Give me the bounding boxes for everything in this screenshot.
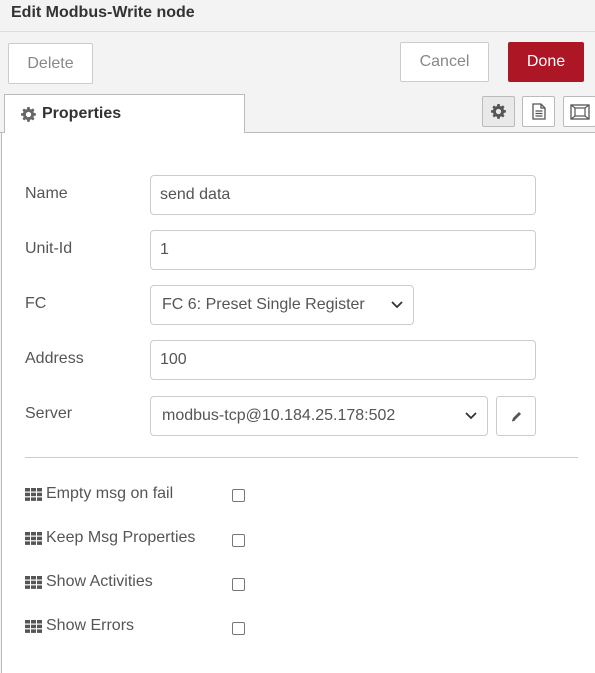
edit-server-button[interactable] — [496, 396, 536, 436]
node-description-button[interactable] — [522, 96, 555, 127]
show-activities-checkbox[interactable] — [232, 578, 245, 591]
show-errors-option: Show Errors — [25, 617, 134, 635]
tab-bar: Properties — [0, 92, 595, 133]
chevron-down-icon — [391, 301, 403, 309]
address-label: Address — [25, 350, 84, 367]
keep-msg-checkbox[interactable] — [232, 534, 245, 547]
node-appearance-button[interactable] — [563, 96, 595, 127]
appearance-icon — [569, 103, 590, 120]
show-activities-option: Show Activities — [25, 573, 153, 591]
show-activities-label: Show Activities — [46, 573, 153, 590]
empty-msg-label: Empty msg on fail — [46, 485, 174, 502]
server-select[interactable]: modbus-tcp@10.184.25.178:502 — [150, 396, 488, 436]
document-icon — [531, 103, 546, 120]
grid-icon — [25, 531, 42, 545]
gear-icon — [491, 104, 506, 119]
tab-properties[interactable]: Properties — [4, 94, 245, 133]
unitid-input[interactable]: 1 — [150, 230, 536, 270]
fc-select-value: FC 6: Preset Single Register — [162, 296, 365, 313]
chevron-down-icon — [465, 412, 477, 420]
fc-select[interactable]: FC 6: Preset Single Register — [150, 285, 414, 325]
done-button[interactable]: Done — [508, 42, 584, 82]
dialog-title: Edit Modbus-Write node — [0, 0, 595, 32]
node-properties-gear-button[interactable] — [482, 96, 515, 127]
server-select-value: modbus-tcp@10.184.25.178:502 — [162, 407, 396, 424]
section-divider — [25, 457, 578, 458]
tab-properties-label: Properties — [42, 105, 122, 122]
delete-button[interactable]: Delete — [8, 43, 93, 84]
show-errors-label: Show Errors — [46, 617, 135, 634]
grid-icon — [25, 487, 42, 501]
empty-msg-checkbox[interactable] — [232, 489, 245, 502]
show-errors-checkbox[interactable] — [232, 622, 245, 635]
empty-msg-option: Empty msg on fail — [25, 485, 173, 503]
gear-icon — [21, 106, 36, 122]
server-label: Server — [25, 405, 73, 422]
fc-label: FC — [25, 295, 47, 312]
grid-icon — [25, 575, 42, 589]
pencil-icon — [510, 410, 523, 423]
address-input[interactable]: 100 — [150, 340, 536, 380]
cancel-button[interactable]: Cancel — [400, 42, 489, 82]
name-label: Name — [25, 185, 68, 202]
keep-msg-label: Keep Msg Properties — [46, 529, 196, 546]
unitid-label: Unit-Id — [25, 240, 73, 257]
name-input[interactable]: send data — [150, 175, 536, 215]
grid-icon — [25, 619, 42, 633]
keep-msg-option: Keep Msg Properties — [25, 529, 195, 547]
